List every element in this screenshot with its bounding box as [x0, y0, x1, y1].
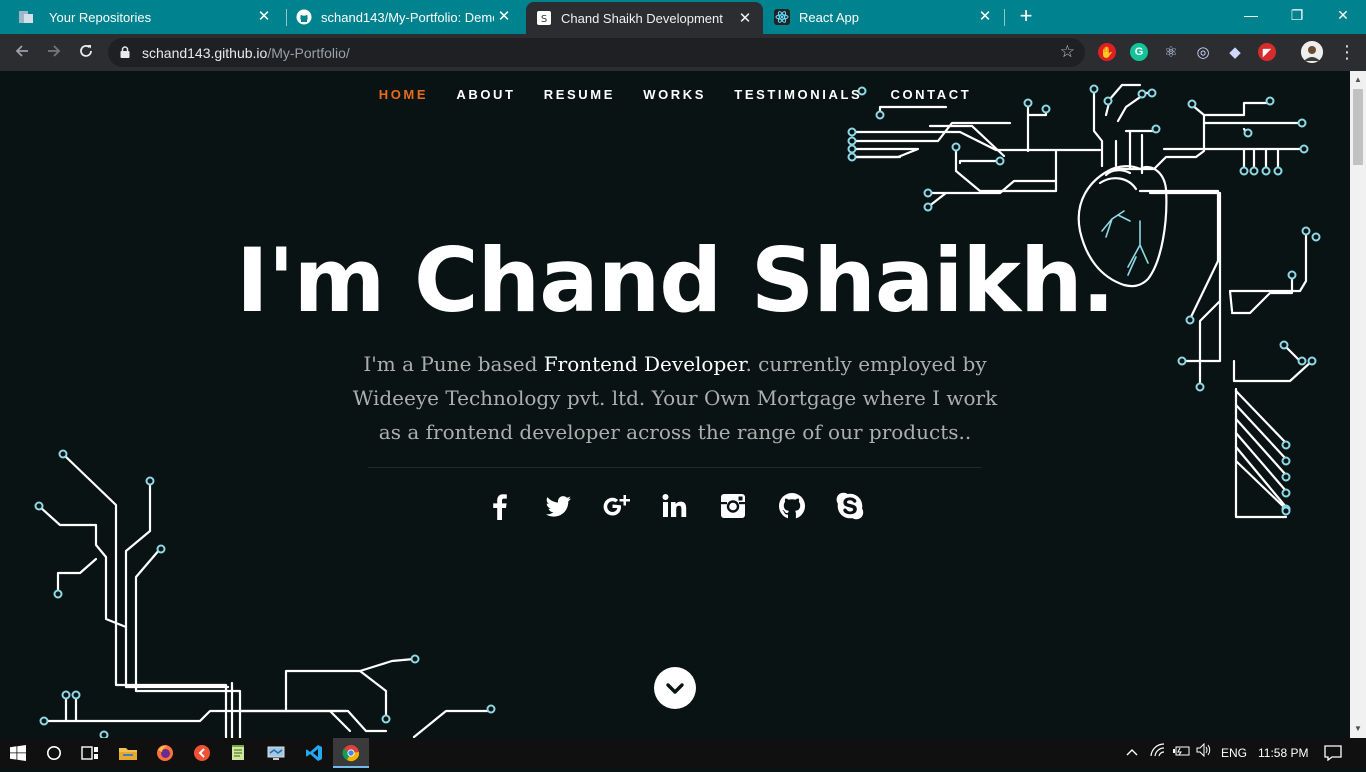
bookmark-star-icon[interactable]: ☆ — [1060, 42, 1075, 62]
clock-time[interactable]: 11:58 PM — [1258, 738, 1308, 768]
nav-contact[interactable]: CONTACT — [890, 87, 971, 102]
cortana-search-icon[interactable] — [36, 738, 72, 768]
site-favicon: S — [536, 10, 552, 26]
social-links — [0, 491, 1350, 527]
close-window-button[interactable]: ✕ — [1320, 0, 1366, 32]
scroll-up-arrow-icon[interactable]: ▲ — [1353, 75, 1363, 85]
git-client-icon[interactable] — [184, 738, 220, 768]
nav-about[interactable]: ABOUT — [456, 87, 515, 102]
hero-headline: I'm Chand Shaikh. — [235, 229, 1115, 332]
tab-your-repositories[interactable]: Your Repositories ✕ — [10, 0, 282, 34]
intro-highlight: Frontend Developer — [543, 352, 746, 376]
network-wifi-icon[interactable] — [1150, 738, 1166, 768]
notepad-icon[interactable] — [220, 738, 256, 768]
close-tab-icon[interactable]: ✕ — [977, 9, 993, 25]
google-drive-icon — [18, 9, 34, 25]
maximize-button[interactable]: ❐ — [1274, 0, 1320, 32]
tray-overflow-chevron-icon[interactable] — [1126, 738, 1138, 768]
vscode-icon[interactable] — [296, 738, 332, 768]
chrome-icon[interactable] — [333, 738, 369, 768]
firefox-icon[interactable] — [147, 738, 183, 768]
arrow-right-icon — [48, 45, 61, 57]
profile-avatar[interactable] — [1301, 41, 1323, 63]
volume-icon[interactable] — [1196, 738, 1212, 768]
browser-tab-strip: Your Repositories ✕ schand143/My-Portfol… — [0, 0, 1366, 34]
close-tab-icon[interactable]: ✕ — [737, 11, 753, 27]
gem-icon[interactable]: ◆ — [1226, 43, 1244, 61]
minimize-button[interactable]: — — [1228, 0, 1274, 32]
nav-resume[interactable]: RESUME — [544, 87, 615, 102]
file-explorer-icon[interactable] — [110, 738, 146, 768]
browser-toolbar: schand143.github.io/My-Portfolio/ ☆ ✋ G ⚛ ◎… — [0, 34, 1366, 71]
tab-my-portfolio-repo[interactable]: schand143/My-Portfolio: Demo Link ✕ — [288, 0, 522, 34]
chevron-down-icon — [666, 683, 684, 694]
windows-taskbar: ENG 11:58 PM — [0, 738, 1366, 768]
action-center-icon[interactable] — [1324, 738, 1342, 768]
new-tab-button[interactable]: + — [1014, 5, 1038, 29]
tab-react-app[interactable]: React App ✕ — [765, 0, 1003, 34]
tab-chand-shaikh-development[interactable]: S Chand Shaikh Development ✕ — [526, 2, 763, 34]
intro-text-start: I'm a Pune based — [363, 352, 544, 376]
github-icon[interactable] — [773, 491, 811, 527]
react-icon — [774, 9, 790, 25]
page-scrollbar[interactable]: ▲ ▼ — [1350, 71, 1366, 738]
skype-icon[interactable] — [831, 491, 869, 527]
task-view-icon[interactable] — [72, 738, 108, 768]
tab-title: Your Repositories — [49, 9, 152, 25]
nav-home[interactable]: HOME — [379, 87, 428, 102]
portfolio-page: HOME ABOUT RESUME WORKS TESTIMONIALS CON… — [0, 71, 1350, 738]
windows-start-icon[interactable] — [0, 738, 36, 768]
scrollbar-thumb[interactable] — [1353, 89, 1363, 165]
reload-button[interactable] — [73, 40, 99, 66]
scroll-down-arrow-icon[interactable]: ▼ — [1353, 724, 1363, 734]
google-plus-icon[interactable] — [598, 491, 636, 527]
lock-icon — [120, 46, 130, 58]
facebook-icon[interactable] — [481, 491, 519, 527]
address-bar[interactable]: schand143.github.io/My-Portfolio/ ☆ — [108, 38, 1085, 67]
svg-text:S: S — [541, 14, 547, 25]
browser-menu-icon[interactable]: ⋮ — [1338, 42, 1356, 62]
instagram-icon[interactable] — [714, 491, 752, 527]
battery-icon[interactable] — [1172, 738, 1190, 768]
react-devtools-icon[interactable]: ⚛ — [1162, 43, 1180, 61]
hero-intro: I'm a Pune based Frontend Developer. cur… — [340, 347, 1010, 449]
twitter-icon[interactable] — [539, 491, 577, 527]
divider — [368, 467, 982, 468]
main-navigation: HOME ABOUT RESUME WORKS TESTIMONIALS CON… — [0, 87, 1350, 102]
input-language[interactable]: ENG — [1221, 738, 1247, 768]
arrow-left-icon — [15, 45, 28, 57]
github-icon — [296, 9, 312, 25]
reload-icon — [80, 45, 92, 57]
forward-button[interactable] — [41, 40, 67, 66]
remote-desktop-icon[interactable] — [258, 738, 294, 768]
linkedin-icon[interactable] — [656, 491, 694, 527]
back-button[interactable] — [9, 40, 35, 66]
adblock-icon[interactable]: ✋ — [1098, 43, 1116, 61]
nav-testimonials[interactable]: TESTIMONIALS — [734, 87, 862, 102]
url-text: schand143.github.io/My-Portfolio/ — [142, 45, 350, 61]
record-icon[interactable]: ◎ — [1194, 43, 1212, 61]
grammarly-icon[interactable]: G — [1130, 43, 1148, 61]
close-tab-icon[interactable]: ✕ — [256, 9, 272, 25]
wappalyzer-icon[interactable]: ◤ — [1258, 43, 1276, 61]
tab-title: React App — [799, 9, 859, 25]
tab-title: schand143/My-Portfolio: Demo Link — [321, 9, 494, 25]
close-tab-icon[interactable]: ✕ — [496, 9, 512, 25]
scroll-down-button[interactable] — [654, 667, 696, 709]
nav-works[interactable]: WORKS — [643, 87, 706, 102]
tab-title: Chand Shaikh Development — [561, 10, 723, 26]
